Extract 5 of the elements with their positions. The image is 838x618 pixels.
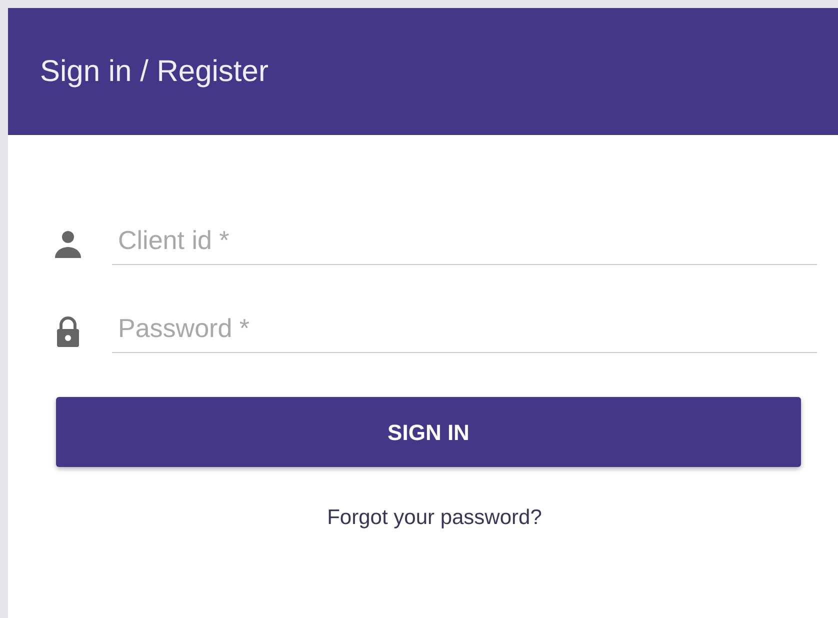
client-id-field[interactable]: Client id * <box>112 221 817 265</box>
forgot-password-link[interactable]: Forgot your password? <box>327 502 542 534</box>
password-field[interactable]: Password * <box>112 309 817 353</box>
sign-in-button[interactable]: SIGN IN <box>56 397 801 467</box>
header-title: Sign in / Register <box>40 54 268 90</box>
